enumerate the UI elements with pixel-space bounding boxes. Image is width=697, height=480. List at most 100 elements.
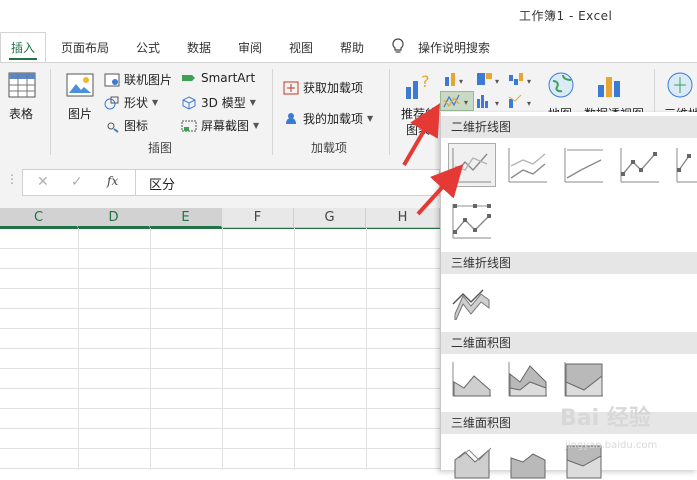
section-2d-line: 二维折线图 (441, 116, 697, 138)
shapes-button[interactable]: 形状 ▼ (104, 94, 158, 111)
3d-model-button[interactable]: 3D 模型 ▼ (181, 94, 256, 111)
column-gridline (150, 228, 151, 470)
svg-text:▾: ▾ (459, 77, 463, 86)
tab-help[interactable]: 帮助 (340, 39, 364, 56)
table-icon (8, 72, 36, 98)
group-illustrations: 插图 (148, 141, 173, 155)
line-chart-button-active[interactable]: ▾ (440, 91, 474, 111)
store-icon (283, 81, 299, 95)
row-gridline (0, 328, 440, 329)
chart-type-100-stacked-line-markers[interactable] (449, 200, 495, 242)
chevron-down-icon: ▼ (152, 98, 159, 107)
pivotchart-icon (598, 77, 620, 97)
chart-type-100-stacked-area[interactable] (561, 358, 607, 400)
worksheet-grid[interactable]: C D E F G H (0, 208, 440, 470)
chart-type-line[interactable] (448, 143, 496, 187)
shapes-icon (104, 96, 120, 110)
svg-text:▾: ▾ (527, 77, 531, 86)
chart-type-3d-stacked-area[interactable] (505, 438, 551, 480)
chart-type-area[interactable] (449, 358, 495, 400)
online-picture-label: 联机图片 (124, 73, 173, 87)
svg-text:▾: ▾ (495, 99, 499, 108)
recommended-charts-icon: ? (406, 72, 430, 99)
icons-label: 图标 (124, 119, 149, 133)
icons-icon (104, 119, 120, 133)
get-addins-label: 获取加载项 (303, 81, 364, 95)
tab-view[interactable]: 视图 (289, 39, 313, 56)
window-title: 工作簿1 - Excel (519, 9, 613, 23)
3d-map-icon (667, 72, 693, 98)
tab-formulas[interactable]: 公式 (136, 39, 160, 56)
icons-button[interactable]: 图标 (104, 117, 148, 134)
column-header-d[interactable]: D (78, 208, 150, 228)
section-3d-line: 三维折线图 (441, 252, 697, 274)
row-gridline (0, 308, 440, 309)
row-gridline (0, 288, 440, 289)
tell-me-search[interactable]: 操作说明搜索 (418, 39, 490, 56)
chart-type-3d-area[interactable] (449, 438, 495, 480)
picture-icon (66, 73, 94, 97)
ribbon-tab-bar: 插入 页面布局 公式 数据 审阅 视图 帮助 操作说明搜索 (0, 32, 697, 62)
smartart-button[interactable]: SmartArt (181, 71, 255, 85)
row-gridline (0, 428, 440, 429)
combo-chart-icon[interactable]: ▾ (507, 93, 535, 109)
recommended-charts-line2[interactable]: 图表 (406, 121, 430, 138)
lightbulb-icon (392, 38, 404, 53)
chart-type-stacked-area[interactable] (505, 358, 551, 400)
chevron-down-icon: ▼ (367, 114, 374, 123)
column-header-e[interactable]: E (150, 208, 222, 228)
my-addins-button[interactable]: 我的加载项 ▼ (283, 110, 373, 127)
column-header-f[interactable]: F (222, 208, 294, 228)
recommended-charts-line1[interactable]: 推荐的 (401, 105, 437, 122)
svg-text:▾: ▾ (495, 77, 499, 86)
formula-input[interactable]: 区分 (149, 174, 175, 193)
column-header-h[interactable]: H (366, 208, 440, 228)
column-chart-icon[interactable]: ▾ (443, 71, 467, 87)
insert-function-button[interactable]: fx (107, 174, 118, 188)
hierarchy-chart-icon[interactable]: ▾ (475, 71, 503, 87)
tab-page-layout[interactable]: 页面布局 (61, 39, 109, 56)
tab-insert[interactable]: 插入 (0, 32, 46, 62)
chart-type-100-stacked-line[interactable] (561, 144, 607, 186)
smartart-icon (181, 71, 197, 85)
chart-type-stacked-line-markers[interactable] (673, 144, 697, 186)
table-button[interactable]: 表格 (9, 105, 33, 122)
tab-data[interactable]: 数据 (187, 39, 211, 56)
my-addins-icon (283, 112, 299, 126)
watermark-url: jingyan.baidu.com (565, 440, 658, 451)
chart-type-line-with-markers[interactable] (617, 144, 663, 186)
shapes-label: 形状 (124, 96, 149, 110)
get-addins-button[interactable]: 获取加载项 (283, 79, 363, 96)
column-header-g[interactable]: G (294, 208, 366, 228)
chart-type-stacked-line[interactable] (505, 144, 551, 186)
row-gridline (0, 388, 440, 389)
row-gridline (0, 348, 440, 349)
svg-text:▾: ▾ (527, 99, 531, 108)
tab-review[interactable]: 审阅 (238, 39, 262, 56)
svg-text:?: ? (421, 72, 430, 91)
picture-button[interactable]: 图片 (68, 105, 92, 122)
screenshot-button[interactable]: 屏幕截图 ▼ (181, 117, 259, 134)
statistic-chart-icon[interactable]: ▾ (475, 93, 503, 109)
column-gridline (366, 228, 367, 470)
online-picture-button[interactable]: 联机图片 (104, 71, 172, 88)
chevron-down-icon: ▼ (249, 98, 256, 107)
chart-type-3d-line[interactable] (449, 278, 495, 320)
drag-handle-icon[interactable]: ⋮ (6, 172, 18, 186)
section-2d-area: 二维面积图 (441, 332, 697, 354)
my-addins-label: 我的加载项 (303, 112, 364, 126)
check-icon[interactable]: ✓ (71, 174, 83, 190)
screenshot-icon (181, 119, 197, 133)
group-addins: 加载项 (311, 141, 348, 155)
watermark: Bai 经验 (560, 406, 651, 431)
cancel-icon[interactable]: ✕ (37, 174, 49, 190)
screenshot-label: 屏幕截图 (201, 119, 250, 133)
line-chart-icon: ▾ (443, 94, 468, 108)
waterfall-chart-icon[interactable]: ▾ (507, 71, 535, 87)
row-gridline (0, 368, 440, 369)
column-header-c[interactable]: C (0, 208, 78, 228)
row-gridline (0, 468, 440, 469)
row-gridline (0, 408, 440, 409)
column-gridline (222, 228, 223, 470)
svg-text:▾: ▾ (464, 98, 468, 107)
